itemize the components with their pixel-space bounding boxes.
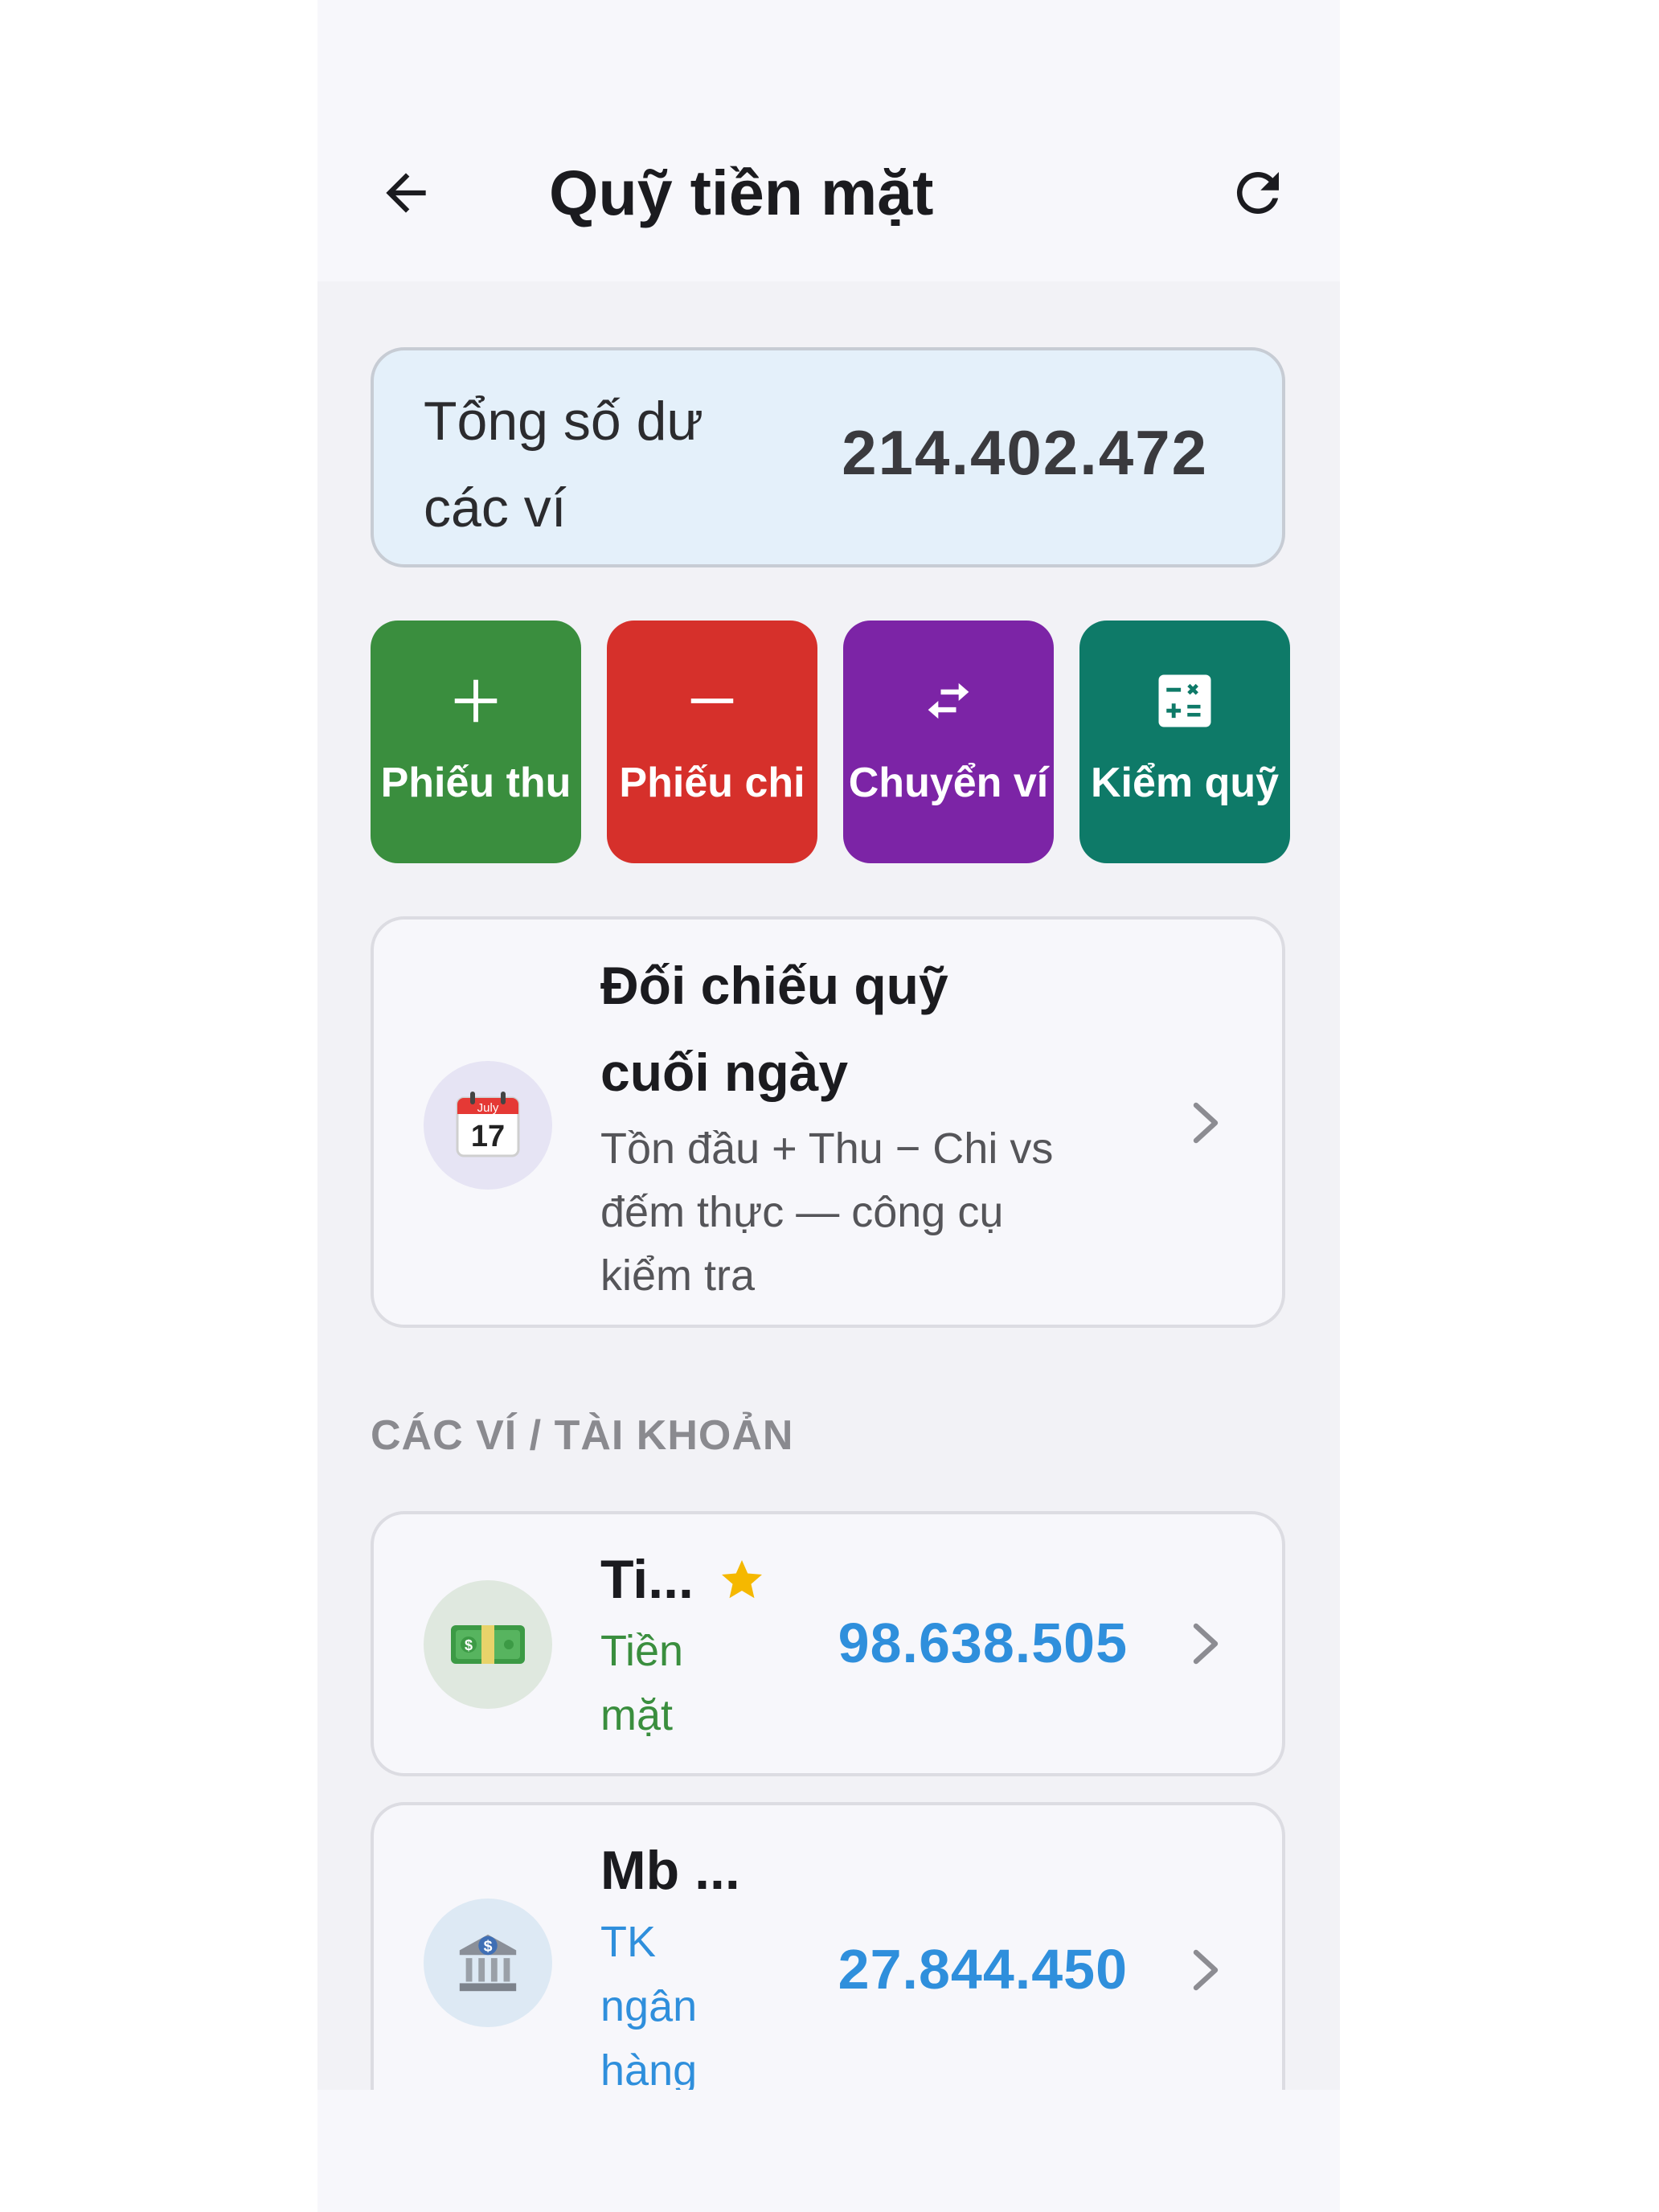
page-title: Quỹ tiền mặt <box>549 157 934 228</box>
chevron-right-icon <box>1186 1616 1226 1672</box>
receipt-button-label: Phiếu thu <box>380 760 571 806</box>
wallet-name: Ti... <box>600 1549 694 1610</box>
reconcile-subtitle: Tồn đầu + Thu − Chi vs đếm thực — công c… <box>600 1124 1054 1300</box>
wallet-type: Tiền mặt <box>600 1627 684 1739</box>
reconcile-title: Đối chiếu quỹ cuối ngày <box>600 956 948 1102</box>
receipt-button[interactable]: Phiếu thu <box>371 621 581 863</box>
svg-text:$: $ <box>484 1937 493 1955</box>
app-bar: Quỹ tiền mặt <box>317 0 1340 281</box>
calculator-icon <box>1158 674 1211 727</box>
wallets-section-title: CÁC VÍ / TÀI KHOẢN <box>371 1412 794 1459</box>
cash-count-button-label: Kiểm quỹ <box>1090 760 1280 806</box>
wallet-card-cash[interactable]: $ Ti... Tiền mặt 98.638.505 <box>371 1511 1285 1776</box>
wallet-balance: 98.638.505 <box>838 1612 1128 1674</box>
calendar-day: 17 <box>471 1120 505 1153</box>
swap-arrows-icon <box>928 682 969 719</box>
bottom-system-bar <box>317 2090 1340 2212</box>
bank-icon: $ <box>459 1934 517 1992</box>
payment-button[interactable]: Phiếu chi <box>607 621 817 863</box>
refresh-icon <box>1236 171 1279 214</box>
phone-screen: Quỹ tiền mặt Tổng số dư các ví 214.402.4… <box>317 0 1340 2212</box>
total-balance-value: 214.402.472 <box>842 417 1208 488</box>
end-of-day-reconcile-card[interactable]: July 17 Đối chiếu quỹ cuối ngày Tồn đầu … <box>371 916 1285 1328</box>
transfer-wallet-button-label: Chuyển ví <box>848 760 1049 806</box>
wallet-card-bank[interactable]: $ Mb ... TK ngân hàng 27.844.450 <box>371 1802 1285 2090</box>
star-icon <box>722 1560 762 1599</box>
refresh-button[interactable] <box>1218 153 1298 233</box>
chevron-right-icon <box>1186 1942 1226 1998</box>
svg-text:$: $ <box>465 1637 473 1653</box>
minus-icon <box>690 698 734 703</box>
cash-count-button[interactable]: Kiểm quỹ <box>1079 621 1290 863</box>
plus-icon <box>454 679 498 723</box>
chevron-right-icon <box>1186 1095 1226 1151</box>
total-balance-label: Tổng số dư các ví <box>424 391 703 539</box>
wallet-name: Mb ... <box>600 1840 740 1901</box>
content-area: Tổng số dư các ví 214.402.472 Phiếu thu … <box>317 281 1340 2090</box>
total-balance-card: Tổng số dư các ví 214.402.472 <box>371 347 1285 567</box>
calendar-icon-badge: July 17 <box>424 1061 552 1190</box>
transfer-wallet-button[interactable]: Chuyển ví <box>843 621 1054 863</box>
cash-icon-badge: $ <box>424 1580 552 1709</box>
back-button[interactable] <box>366 153 446 233</box>
calendar-month: July <box>477 1101 499 1115</box>
calendar-icon: July 17 <box>456 1092 520 1157</box>
cash-banknote-icon: $ <box>451 1625 525 1664</box>
wallet-balance: 27.844.450 <box>838 1938 1128 2001</box>
payment-button-label: Phiếu chi <box>619 760 805 806</box>
arrow-left-icon <box>386 173 426 213</box>
wallet-type: TK ngân hàng <box>600 1918 698 2090</box>
bank-icon-badge: $ <box>424 1899 552 2027</box>
